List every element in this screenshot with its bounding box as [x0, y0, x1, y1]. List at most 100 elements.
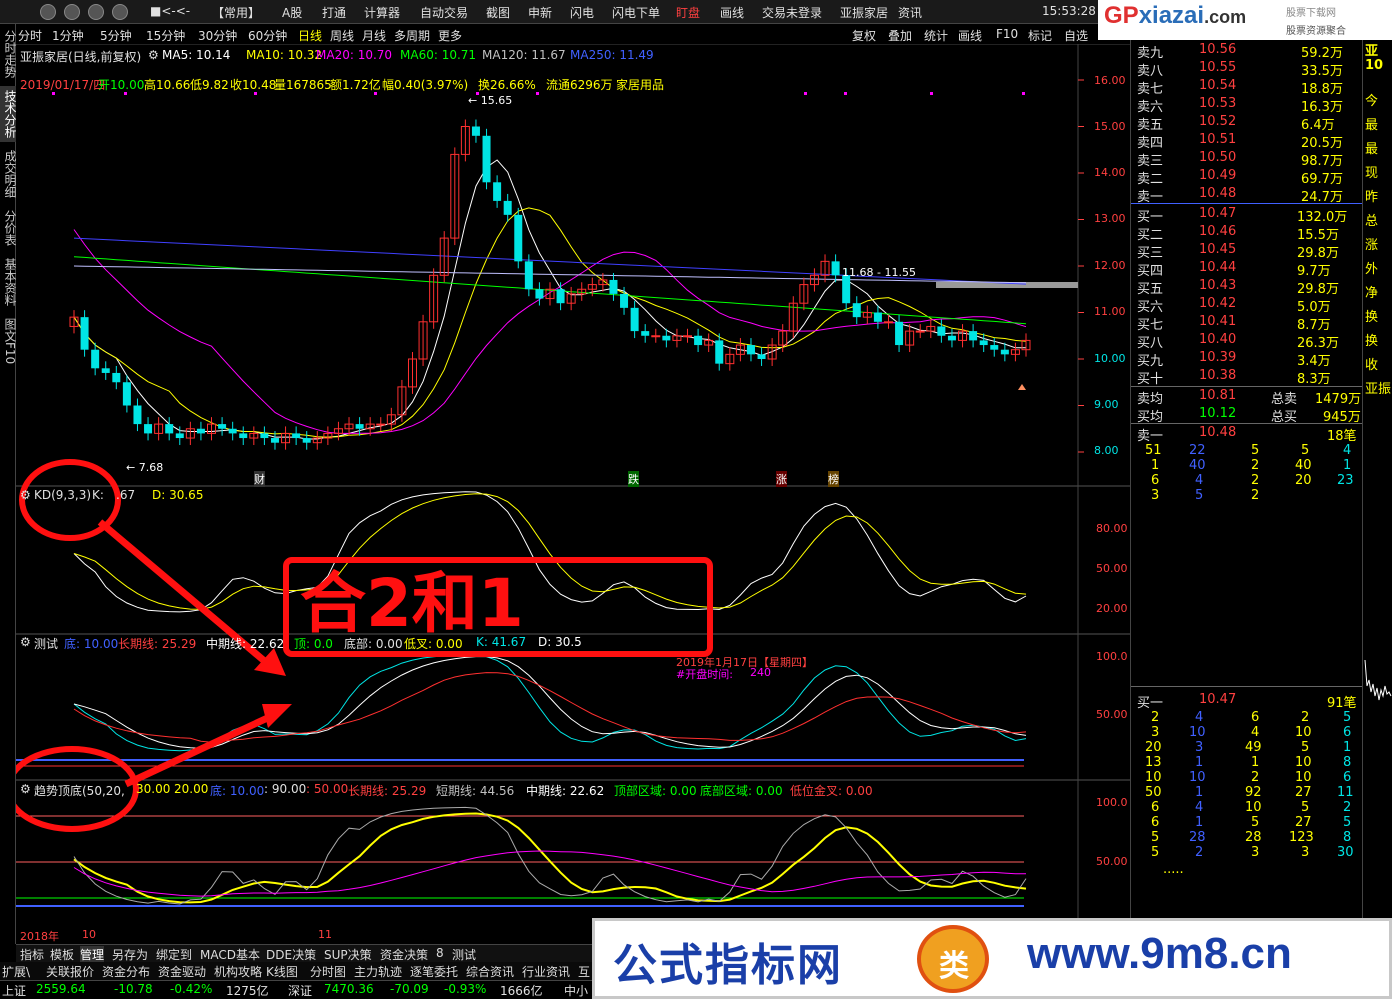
- y-tick: 13.00: [1094, 212, 1126, 225]
- sell1-queue-cell: 4: [1195, 473, 1204, 488]
- sh-index-label[interactable]: 上证: [2, 982, 26, 999]
- trend-settings-icon[interactable]: ⚙: [20, 782, 31, 796]
- sell-level-volume: 69.7万: [1301, 172, 1343, 187]
- sell-level-volume: 18.8万: [1301, 82, 1343, 97]
- y-tick: 8.00: [1094, 444, 1119, 457]
- period-monthly[interactable]: 月线: [362, 27, 386, 44]
- tab-macd[interactable]: MACD基本: [200, 946, 260, 963]
- forward-icon[interactable]: [64, 4, 80, 20]
- link-industry[interactable]: 行业资讯: [522, 963, 570, 980]
- tab-template[interactable]: 模板: [50, 946, 74, 963]
- tab-bind-to[interactable]: 绑定到: [156, 946, 192, 963]
- menu-flash[interactable]: 闪电: [570, 4, 594, 21]
- tab-save-as[interactable]: 另存为: [112, 946, 148, 963]
- ma-settings-icon[interactable]: ⚙: [148, 48, 159, 62]
- link-intraday[interactable]: 分时图: [310, 963, 346, 980]
- menu-draw[interactable]: 画线: [720, 4, 744, 21]
- tab-indicator[interactable]: 指标: [20, 946, 44, 963]
- link-kline[interactable]: K线图: [266, 963, 298, 980]
- buy1-queue-cell: 30: [1337, 845, 1354, 860]
- link-extend[interactable]: 扩展\: [2, 963, 30, 980]
- menu-calculator[interactable]: 计算器: [364, 4, 400, 21]
- window-controls[interactable]: ■<-<-: [150, 4, 190, 18]
- period-weekly[interactable]: 周线: [330, 27, 354, 44]
- tab-manage[interactable]: 管理: [80, 946, 105, 963]
- link-fund-distribution[interactable]: 资金分布: [102, 963, 150, 980]
- period-daily[interactable]: 日线: [298, 27, 322, 44]
- link-fund-drive[interactable]: 资金驱动: [158, 963, 206, 980]
- menu-datong[interactable]: 打通: [322, 4, 346, 21]
- candle-body-down: [239, 433, 248, 439]
- tab-trade-detail[interactable]: 成交明细: [0, 146, 17, 202]
- period-30min[interactable]: 30分钟: [198, 27, 237, 44]
- link-more[interactable]: 互: [578, 963, 590, 980]
- menu-stock-name[interactable]: 亚振家居: [840, 4, 888, 21]
- link-institution[interactable]: 机构攻略: [214, 963, 262, 980]
- tab-fund[interactable]: 资金决策: [380, 946, 428, 963]
- restore-rights-button[interactable]: 复权: [852, 27, 876, 44]
- kd-settings-icon[interactable]: ⚙: [20, 488, 31, 502]
- f10-button[interactable]: F10: [996, 27, 1018, 41]
- watchlist-button[interactable]: 自选: [1064, 27, 1088, 44]
- refresh-icon[interactable]: [88, 4, 104, 20]
- link-main-track[interactable]: 主力轨迹: [354, 963, 402, 980]
- draw-line-button[interactable]: 画线: [958, 27, 982, 44]
- buy-level-label: 买五: [1137, 282, 1164, 297]
- menu-ipo[interactable]: 申新: [528, 4, 552, 21]
- tab-sup[interactable]: SUP决策: [324, 946, 372, 963]
- menu-watch[interactable]: 盯盘: [676, 4, 700, 21]
- tab-basic-info[interactable]: 基本资料: [0, 254, 17, 310]
- candle-body-down: [80, 317, 89, 350]
- menu-a-share[interactable]: A股: [282, 4, 302, 21]
- marker-finance[interactable]: 财: [254, 471, 265, 487]
- menu-auto-trade[interactable]: 自动交易: [420, 4, 468, 21]
- sme-index-label[interactable]: 中小: [564, 982, 588, 999]
- tab-8[interactable]: 8: [436, 946, 444, 960]
- back-icon[interactable]: [40, 4, 56, 20]
- menu-screenshot[interactable]: 截图: [486, 4, 510, 21]
- overlay-button[interactable]: 叠加: [888, 27, 912, 44]
- ma120-label: MA120: 11.67: [482, 48, 566, 62]
- tab-dde[interactable]: DDE决策: [266, 946, 316, 963]
- tab-technical[interactable]: 技术分析: [0, 86, 17, 142]
- tab-intraday[interactable]: 分时走势: [0, 26, 17, 82]
- avg-sell-label: 卖均: [1137, 392, 1164, 407]
- period-more[interactable]: 更多: [438, 27, 462, 44]
- period-intraday[interactable]: 分时: [18, 27, 42, 44]
- link-related-quote[interactable]: 关联报价: [46, 963, 94, 980]
- test-d: D: 30.5: [538, 635, 582, 649]
- link-news[interactable]: 综合资讯: [466, 963, 514, 980]
- kd-title: KD(9,3,3): [34, 488, 92, 502]
- menu-common[interactable]: 【常用】: [212, 4, 260, 21]
- link-tick-order[interactable]: 逐笔委托: [410, 963, 458, 980]
- info-high: 高10.66: [144, 78, 191, 92]
- y-tick: 9.00: [1094, 398, 1119, 411]
- mark-button[interactable]: 标记: [1028, 27, 1052, 44]
- sz-index-label[interactable]: 深证: [288, 982, 312, 999]
- total-sell-label: 总卖: [1271, 392, 1298, 407]
- period-5min[interactable]: 5分钟: [100, 27, 132, 44]
- menu-flash-order[interactable]: 闪电下单: [612, 4, 660, 21]
- period-multi[interactable]: 多周期: [394, 27, 430, 44]
- home-icon[interactable]: [112, 4, 128, 20]
- buy1-queue-cell: 4: [1195, 710, 1204, 725]
- tab-test[interactable]: 测试: [452, 946, 476, 963]
- sell-level-volume: 24.7万: [1301, 190, 1343, 205]
- period-60min[interactable]: 60分钟: [248, 27, 287, 44]
- trend-p90: : 90.00: [264, 782, 307, 796]
- buy1-queue-cell: 6: [1251, 710, 1260, 725]
- period-15min[interactable]: 15分钟: [146, 27, 185, 44]
- marker-rank[interactable]: 榜: [828, 471, 839, 487]
- menu-trade-login[interactable]: 交易未登录: [762, 4, 822, 21]
- marker-rise[interactable]: 涨: [776, 471, 787, 487]
- statistics-button[interactable]: 统计: [924, 27, 948, 44]
- sell1-queue-cell: 23: [1337, 473, 1354, 488]
- period-1min[interactable]: 1分钟: [52, 27, 84, 44]
- tab-price-table[interactable]: 分价表: [0, 206, 17, 250]
- tab-f10[interactable]: 图文F10: [0, 314, 17, 368]
- sell-level-label: 卖八: [1137, 64, 1164, 79]
- candle-body-down: [694, 335, 703, 346]
- menu-news[interactable]: 资讯: [898, 4, 922, 21]
- test-settings-icon[interactable]: ⚙: [20, 635, 31, 649]
- marker-drop[interactable]: 跌: [628, 471, 639, 487]
